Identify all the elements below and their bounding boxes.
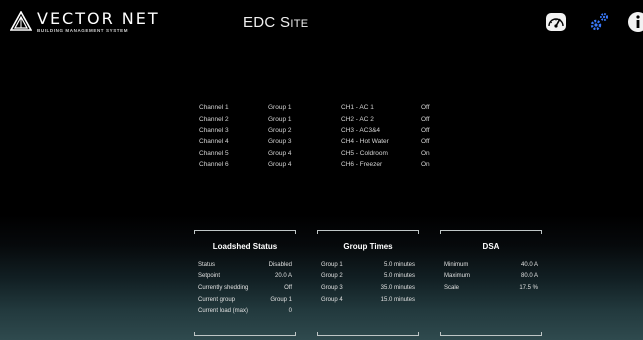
row-label: Minimum (444, 261, 469, 268)
channel-state: Off (421, 104, 430, 112)
channel-row: Channel 3 Group 2 CH3 - AC3&4 Off (199, 125, 441, 136)
gauge-icon[interactable] (545, 11, 567, 33)
channel-group: Group 4 (268, 161, 292, 169)
channel-row: Channel 4 Group 3 CH4 - Hot Water Off (199, 136, 441, 147)
row-label: Setpoint (198, 273, 221, 280)
row-value: 0 (288, 308, 292, 315)
channel-label: CH1 - AC 1 (341, 104, 374, 112)
channel-label: CH3 - AC3&4 (341, 126, 381, 134)
row-label: Group 4 (321, 296, 343, 303)
row-label: Currently shedding (198, 284, 249, 291)
row-value: 5.0 minutes (383, 273, 415, 280)
row-value: 15.0 minutes (380, 296, 415, 303)
logo[interactable]: VECTOR NET BUILDING MANAGEMENT SYSTEM (10, 11, 160, 33)
dsa-minimum-row: Minimum 40.0 A (444, 259, 538, 271)
channel-state: Off (421, 126, 430, 134)
loadshed-status-panel: Loadshed Status Status Disabled Setpoint 2… (194, 230, 296, 336)
channel-list: Channel 1 Group 1 CH1 - AC 1 Off Channel… (199, 102, 441, 170)
current-load-row: Current load (max) 0 (198, 305, 292, 317)
dsa-maximum-row: Maximum 80.0 A (444, 271, 538, 283)
row-value: Off (284, 284, 292, 291)
row-value: Disabled (268, 261, 292, 268)
channel-name: Channel 5 (199, 149, 229, 157)
channel-label: CH6 - Freezer (341, 161, 383, 169)
panel-divider (440, 230, 542, 234)
row-value: 35.0 minutes (380, 284, 415, 291)
channel-name: Channel 2 (199, 115, 229, 123)
panel-title: Loadshed Status (212, 242, 278, 251)
row-label: Scale (444, 284, 460, 291)
panel-title: Group Times (343, 242, 393, 251)
channel-state: On (421, 149, 430, 157)
row-label: Group 1 (321, 261, 343, 268)
row-value: 80.0 A (520, 273, 538, 280)
channel-label: CH4 - Hot Water (341, 138, 389, 146)
panel-title: DSA (482, 242, 500, 251)
group-time-row: Group 3 35.0 minutes (321, 282, 415, 294)
channel-name: Channel 1 (199, 104, 229, 112)
row-value: 5.0 minutes (383, 261, 415, 268)
group-time-row: Group 4 15.0 minutes (321, 294, 415, 306)
info-icon[interactable] (627, 11, 643, 33)
header-bar: VECTOR NET BUILDING MANAGEMENT SYSTEM ED… (0, 0, 643, 44)
row-value: 17.5 % (519, 284, 538, 291)
channel-name: Channel 4 (199, 138, 229, 146)
row-label: Status (198, 261, 216, 268)
channel-state: On (421, 161, 430, 169)
group-time-row: Group 2 5.0 minutes (321, 271, 415, 283)
channel-group: Group 3 (268, 138, 292, 146)
row-label: Group 2 (321, 273, 343, 280)
channel-row: Channel 6 Group 4 CH6 - Freezer On (199, 159, 441, 170)
logo-triangle-icon (10, 11, 32, 31)
group-times-panel: Group Times Group 1 5.0 minutes Group 2 5.… (317, 230, 419, 336)
row-label: Maximum (444, 273, 471, 280)
channel-label: CH5 - Coldroom (341, 149, 388, 157)
panel-divider (440, 332, 542, 336)
panel-divider (317, 230, 419, 234)
channel-row: Channel 5 Group 4 CH5 - Coldroom On (199, 148, 441, 159)
channel-group: Group 2 (268, 126, 292, 134)
panel-divider (194, 230, 296, 234)
channel-row: Channel 1 Group 1 CH1 - AC 1 Off (199, 102, 441, 113)
row-value: 20.0 A (274, 273, 292, 280)
row-label: Group 3 (321, 284, 343, 291)
site-title: EDC Site (243, 14, 309, 31)
dsa-scale-row: Scale 17.5 % (444, 282, 538, 294)
channel-label: CH2 - AC 2 (341, 115, 374, 123)
logo-name: VECTOR NET (37, 9, 160, 28)
row-label: Current load (max) (198, 308, 249, 315)
channel-group: Group 1 (268, 104, 292, 112)
panel-divider (194, 332, 296, 336)
channel-state: Off (421, 115, 430, 123)
setpoint-row: Setpoint 20.0 A (198, 271, 292, 283)
gears-icon[interactable] (588, 11, 610, 33)
shedding-row: Currently shedding Off (198, 282, 292, 294)
channel-name: Channel 6 (199, 161, 229, 169)
row-value: Group 1 (270, 296, 292, 303)
panel-divider (317, 332, 419, 336)
group-time-row: Group 1 5.0 minutes (321, 259, 415, 271)
channel-row: Channel 2 Group 1 CH2 - AC 2 Off (199, 113, 441, 124)
channel-group: Group 1 (268, 115, 292, 123)
channel-state: Off (421, 138, 430, 146)
channel-group: Group 4 (268, 149, 292, 157)
status-row: Status Disabled (198, 259, 292, 271)
row-value: 40.0 A (520, 261, 538, 268)
row-label: Current group (198, 296, 236, 303)
channel-name: Channel 3 (199, 126, 229, 134)
current-group-row: Current group Group 1 (198, 294, 292, 306)
dsa-panel: DSA Minimum 40.0 A Maximum 80.0 A Scale 17.… (440, 230, 542, 336)
logo-tagline: BUILDING MANAGEMENT SYSTEM (37, 28, 129, 33)
